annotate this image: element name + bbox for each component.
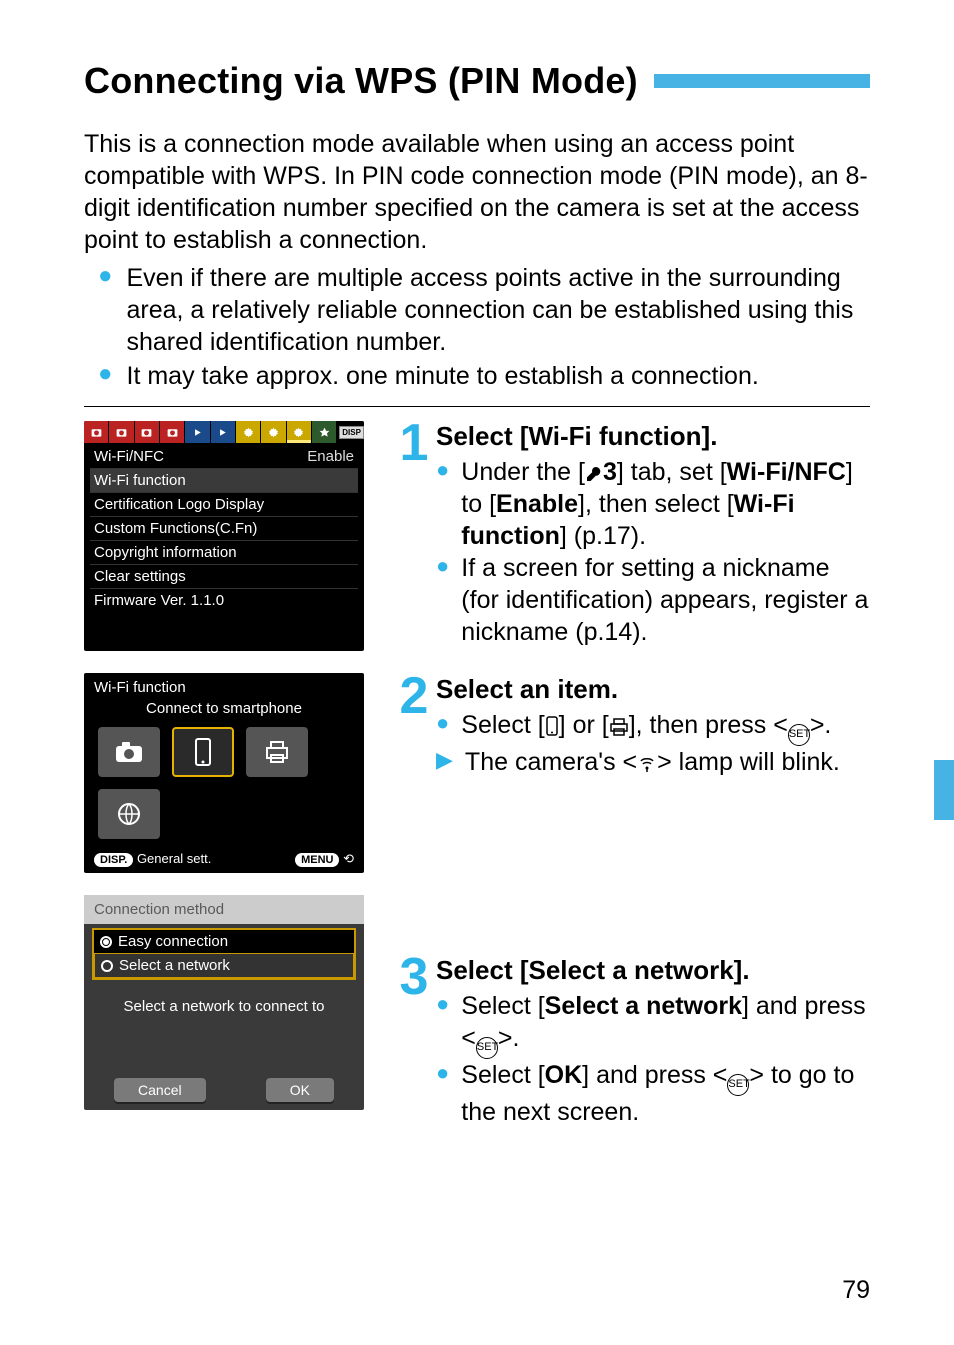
- tab-playback-icon: [185, 421, 210, 443]
- menu-row: Wi-Fi/NFCEnable: [90, 445, 358, 469]
- camera-menu-screenshot-3: Connection method Easy connection Select…: [84, 895, 364, 1110]
- bullet-dot-icon: ●: [436, 1059, 449, 1128]
- printer-icon: [609, 718, 629, 736]
- smartphone-icon: [545, 716, 559, 736]
- camera-menu-screenshot-1: DISP Wi-Fi/NFCEnable Wi-Fi function Cert…: [84, 421, 364, 651]
- connection-method-title: Connection method: [84, 895, 364, 924]
- footer-left: DISP. General sett.: [94, 851, 211, 867]
- page-title: Connecting via WPS (PIN Mode): [84, 60, 638, 102]
- step-2-bullet-1: Select [] or [], then press <SET>.: [461, 709, 870, 746]
- wifi-function-title: Wi-Fi function: [84, 673, 364, 698]
- step-3-title: Select [Select a network].: [436, 955, 870, 986]
- cancel-button: Cancel: [114, 1078, 206, 1102]
- smartphone-icon: [172, 727, 234, 777]
- step-2-bullet-2: The camera's <> lamp will blink.: [465, 746, 870, 781]
- camera-menu-screenshot-2: Wi-Fi function Connect to smartphone DIS…: [84, 673, 364, 873]
- step-number-2: 2: [398, 674, 430, 781]
- menu-row: Wi-Fi function: [90, 469, 358, 493]
- tab-setup-icon: [261, 421, 286, 443]
- step-3-bullet-2: Select [OK] and press <SET> to go to the…: [461, 1059, 870, 1128]
- tab-shoot-icon: [84, 421, 109, 443]
- camera-transfer-icon: [98, 727, 160, 777]
- menu-row: Firmware Ver. 1.1.0: [90, 589, 358, 612]
- ok-button: OK: [266, 1078, 334, 1102]
- connection-msg: Select a network to connect to: [84, 980, 364, 1023]
- tab-setup-icon: [236, 421, 261, 443]
- set-button-icon: SET: [476, 1037, 498, 1059]
- radio-easy-connection: Easy connection: [94, 930, 354, 953]
- bullet-dot-icon: ●: [436, 990, 449, 1059]
- set-button-icon: SET: [788, 724, 810, 746]
- step-number-3: 3: [398, 955, 430, 1128]
- step-number-1: 1: [398, 421, 430, 648]
- set-button-icon: SET: [727, 1074, 749, 1096]
- disp-badge: DISP: [339, 426, 364, 439]
- tab-mymenu-icon: [312, 421, 337, 443]
- top-bullet-1: Even if there are multiple access points…: [127, 262, 871, 358]
- camera-tabbar: DISP: [84, 421, 364, 443]
- result-triangle-icon: ▶: [436, 746, 453, 781]
- step-1-bullet-2: If a screen for setting a nickname (for …: [461, 552, 870, 648]
- menu-row: Certification Logo Display: [90, 493, 358, 517]
- bullet-dot-icon: ●: [436, 552, 449, 648]
- bullet-dot-icon: ●: [98, 262, 113, 358]
- radio-select-network: Select a network: [94, 953, 354, 978]
- wrench-icon: [585, 465, 603, 483]
- tab-playback-icon: [211, 421, 236, 443]
- tab-shoot-icon: [135, 421, 160, 443]
- printer-icon: [246, 727, 308, 777]
- tab-shoot-icon: [160, 421, 185, 443]
- step-2-title: Select an item.: [436, 674, 870, 705]
- intro-paragraph: This is a connection mode available when…: [84, 128, 870, 256]
- tab-setup-3-icon: [287, 421, 312, 443]
- step-3-bullet-1: Select [Select a network] and press <SET…: [461, 990, 870, 1059]
- tab-shoot-icon: [109, 421, 134, 443]
- bullet-dot-icon: ●: [98, 360, 113, 392]
- section-divider: [84, 406, 870, 407]
- page-number: 79: [842, 1276, 870, 1305]
- step-1-title: Select [Wi-Fi function].: [436, 421, 870, 452]
- side-tab-marker: [934, 760, 954, 820]
- step-1-bullet-1: Under the [3] tab, set [Wi-Fi/NFC] to [E…: [461, 456, 870, 552]
- wifi-lamp-icon: [637, 749, 657, 781]
- bullet-dot-icon: ●: [436, 709, 449, 746]
- bullet-dot-icon: ●: [436, 456, 449, 552]
- menu-row: Custom Functions(C.Fn): [90, 517, 358, 541]
- web-upload-icon: [98, 789, 160, 839]
- top-bullet-2: It may take approx. one minute to establ…: [127, 360, 759, 392]
- menu-row: Copyright information: [90, 541, 358, 565]
- title-accent-bar: [654, 74, 870, 88]
- footer-right: MENU ⟲: [295, 851, 354, 867]
- menu-row: Clear settings: [90, 565, 358, 589]
- wifi-function-subtitle: Connect to smartphone: [84, 698, 364, 723]
